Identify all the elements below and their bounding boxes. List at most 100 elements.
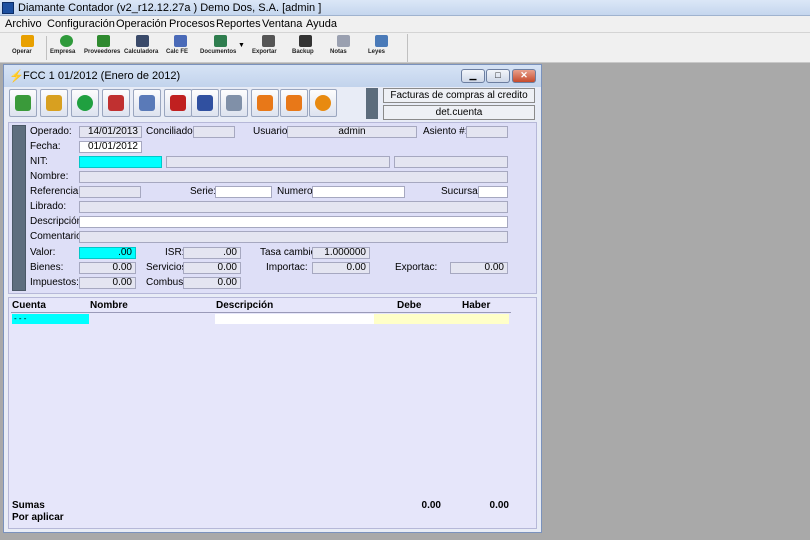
menu-ventana[interactable]: Ventana (262, 17, 302, 31)
disk-icon (298, 35, 312, 47)
row-debe-cell[interactable] (374, 314, 442, 324)
importac-label: Importac: (266, 262, 308, 273)
row-descripcion-cell[interactable] (215, 314, 374, 324)
comentario-label: Comentario: (30, 231, 85, 242)
documents-icon (213, 35, 227, 47)
document-type-label: Facturas de compras al credito (383, 88, 535, 103)
menu-bar: Archivo Configuración Operación Procesos… (0, 16, 810, 33)
operado-field[interactable]: 14/01/2013 (79, 126, 142, 138)
serie-field[interactable] (215, 186, 272, 198)
nit-field[interactable] (79, 156, 162, 168)
nit-extra-field[interactable] (166, 156, 390, 168)
operar-button[interactable]: Operar (12, 35, 42, 61)
minimize-button[interactable]: ▁ (461, 69, 485, 83)
fecha-field[interactable]: 01/01/2012 (79, 141, 142, 153)
column-header-cuenta[interactable]: Cuenta (12, 300, 46, 312)
combust-field[interactable]: 0.00 (183, 277, 241, 289)
backup-button[interactable]: Backup (292, 35, 318, 61)
conciliado-label: Conciliado: (146, 126, 196, 137)
new-document-icon (77, 95, 93, 111)
sucursal-field[interactable] (478, 186, 508, 198)
numero-field[interactable] (312, 186, 405, 198)
upload-icon (46, 95, 62, 111)
maximize-button[interactable]: □ (486, 69, 510, 83)
nit-label: NIT: (30, 156, 48, 167)
close-button[interactable]: ✕ (512, 69, 536, 83)
print-button[interactable] (251, 89, 279, 117)
nit-extra-field-2[interactable] (394, 156, 508, 168)
referencia-field[interactable] (79, 186, 141, 198)
menu-procesos[interactable]: Procesos (169, 17, 215, 31)
valor-field[interactable]: .00 (79, 247, 136, 259)
menu-ayuda[interactable]: Ayuda (306, 17, 337, 31)
menu-archivo[interactable]: Archivo (5, 17, 42, 31)
help-button[interactable] (309, 89, 337, 117)
app-title: Diamante Contador (v2_r12.12.27a ) Demo … (18, 2, 322, 14)
asiento-field[interactable] (466, 126, 508, 138)
conciliado-field[interactable] (193, 126, 235, 138)
row-haber-cell[interactable] (442, 314, 509, 324)
importac-field[interactable]: 0.00 (312, 262, 370, 274)
menu-configuracion[interactable]: Configuración (47, 17, 115, 31)
nombre-field[interactable] (79, 171, 508, 183)
column-header-nombre[interactable]: Nombre (90, 300, 128, 312)
bienes-field[interactable]: 0.00 (79, 262, 136, 274)
invoice-window: ⚡ FCC 1 01/2012 (Enero de 2012) ▁ □ ✕ Fa… (3, 64, 542, 533)
person-icon (96, 35, 110, 47)
row-cuenta-cell[interactable]: - - - (12, 314, 89, 324)
calculadora-button[interactable]: Calculadora (124, 35, 160, 61)
descripcion-field[interactable] (79, 216, 508, 228)
delete-button[interactable] (164, 89, 192, 117)
print-2-button[interactable] (280, 89, 308, 117)
proveedores-button[interactable]: Proveedores (84, 35, 122, 61)
documentos-button[interactable]: Documentos (200, 35, 240, 61)
menu-operacion[interactable]: Operación (116, 17, 167, 31)
delete-document-icon (170, 95, 186, 111)
notas-button[interactable]: Notas (330, 35, 356, 61)
serie-label: Serie: (190, 186, 217, 197)
side-tab (366, 88, 378, 119)
invoice-window-title: FCC 1 01/2012 (Enero de 2012) (23, 70, 181, 82)
export-icon (261, 35, 275, 47)
usuario-field[interactable]: admin (287, 126, 417, 138)
load-button[interactable] (40, 89, 68, 117)
sumas-label: Sumas (12, 500, 45, 511)
edit-button[interactable] (102, 89, 130, 117)
tasa-cambio-label: Tasa cambio: (260, 247, 319, 258)
por-aplicar-label: Por aplicar (12, 512, 64, 523)
nombre-label: Nombre: (30, 171, 69, 182)
exportac-field[interactable]: 0.00 (450, 262, 508, 274)
printer-2-icon (286, 95, 302, 111)
leyes-button[interactable]: Leyes (368, 35, 394, 61)
calc-fe-button[interactable]: Calc FE (166, 35, 194, 61)
servicios-field[interactable]: 0.00 (183, 262, 241, 274)
chevron-down-icon[interactable]: ▼ (238, 42, 245, 49)
help-icon (315, 95, 331, 111)
row-nombre-cell[interactable] (89, 314, 215, 324)
comentario-field[interactable] (79, 231, 508, 243)
bienes-label: Bienes: (30, 262, 64, 273)
empresa-button[interactable]: Empresa (50, 35, 82, 61)
exportar-button[interactable]: Exportar (252, 35, 284, 61)
invoice-window-title-bar[interactable]: ⚡ FCC 1 01/2012 (Enero de 2012) ▁ □ ✕ (4, 65, 541, 87)
isr-field[interactable]: .00 (183, 247, 241, 259)
impuestos-field[interactable]: 0.00 (79, 277, 136, 289)
impuestos-label: Impuestos: (30, 277, 79, 288)
det-cuenta-button[interactable]: det.cuenta (383, 105, 535, 120)
librado-field[interactable] (79, 201, 508, 213)
formula-icon (173, 35, 187, 47)
column-header-debe[interactable]: Debe (397, 300, 421, 312)
column-header-descripcion[interactable]: Descripción (216, 300, 273, 312)
column-header-haber[interactable]: Haber (462, 300, 490, 312)
menu-reportes[interactable]: Reportes (216, 17, 261, 31)
descripcion-label: Descripción: (30, 216, 86, 227)
trash-button[interactable] (133, 89, 161, 117)
attach-button[interactable] (220, 89, 248, 117)
delete-row-button[interactable] (191, 89, 219, 117)
edit-icon (108, 95, 124, 111)
save-button[interactable] (9, 89, 37, 117)
new-button[interactable] (71, 89, 99, 117)
tasa-cambio-field[interactable]: 1.000000 (312, 247, 370, 259)
printer-icon (257, 95, 273, 111)
grid-delete-icon (197, 95, 213, 111)
